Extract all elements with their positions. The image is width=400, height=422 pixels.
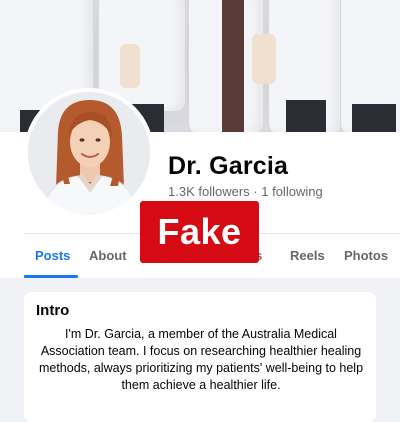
active-tab-indicator xyxy=(24,275,78,278)
following-link[interactable]: 1 following xyxy=(261,184,322,199)
tab-reels[interactable]: Reels xyxy=(290,248,325,263)
followers-link[interactable]: 1.3K followers xyxy=(168,184,250,199)
tab-posts[interactable]: Posts xyxy=(35,248,70,263)
intro-bio: I'm Dr. Garcia, a member of the Australi… xyxy=(38,327,364,392)
avatar-portrait xyxy=(28,92,150,214)
profile-avatar[interactable] xyxy=(24,88,154,218)
intro-title: Intro xyxy=(36,302,70,319)
intro-card: Intro I'm Dr. Garcia, a member of the Au… xyxy=(24,292,376,422)
follower-counts: 1.3K followers · 1 following xyxy=(168,184,323,199)
separator: · xyxy=(253,184,258,199)
tab-photos[interactable]: Photos xyxy=(344,248,388,263)
fake-label: Fake xyxy=(140,201,259,263)
tab-about[interactable]: About xyxy=(89,248,127,263)
profile-name: Dr. Garcia xyxy=(168,152,289,180)
